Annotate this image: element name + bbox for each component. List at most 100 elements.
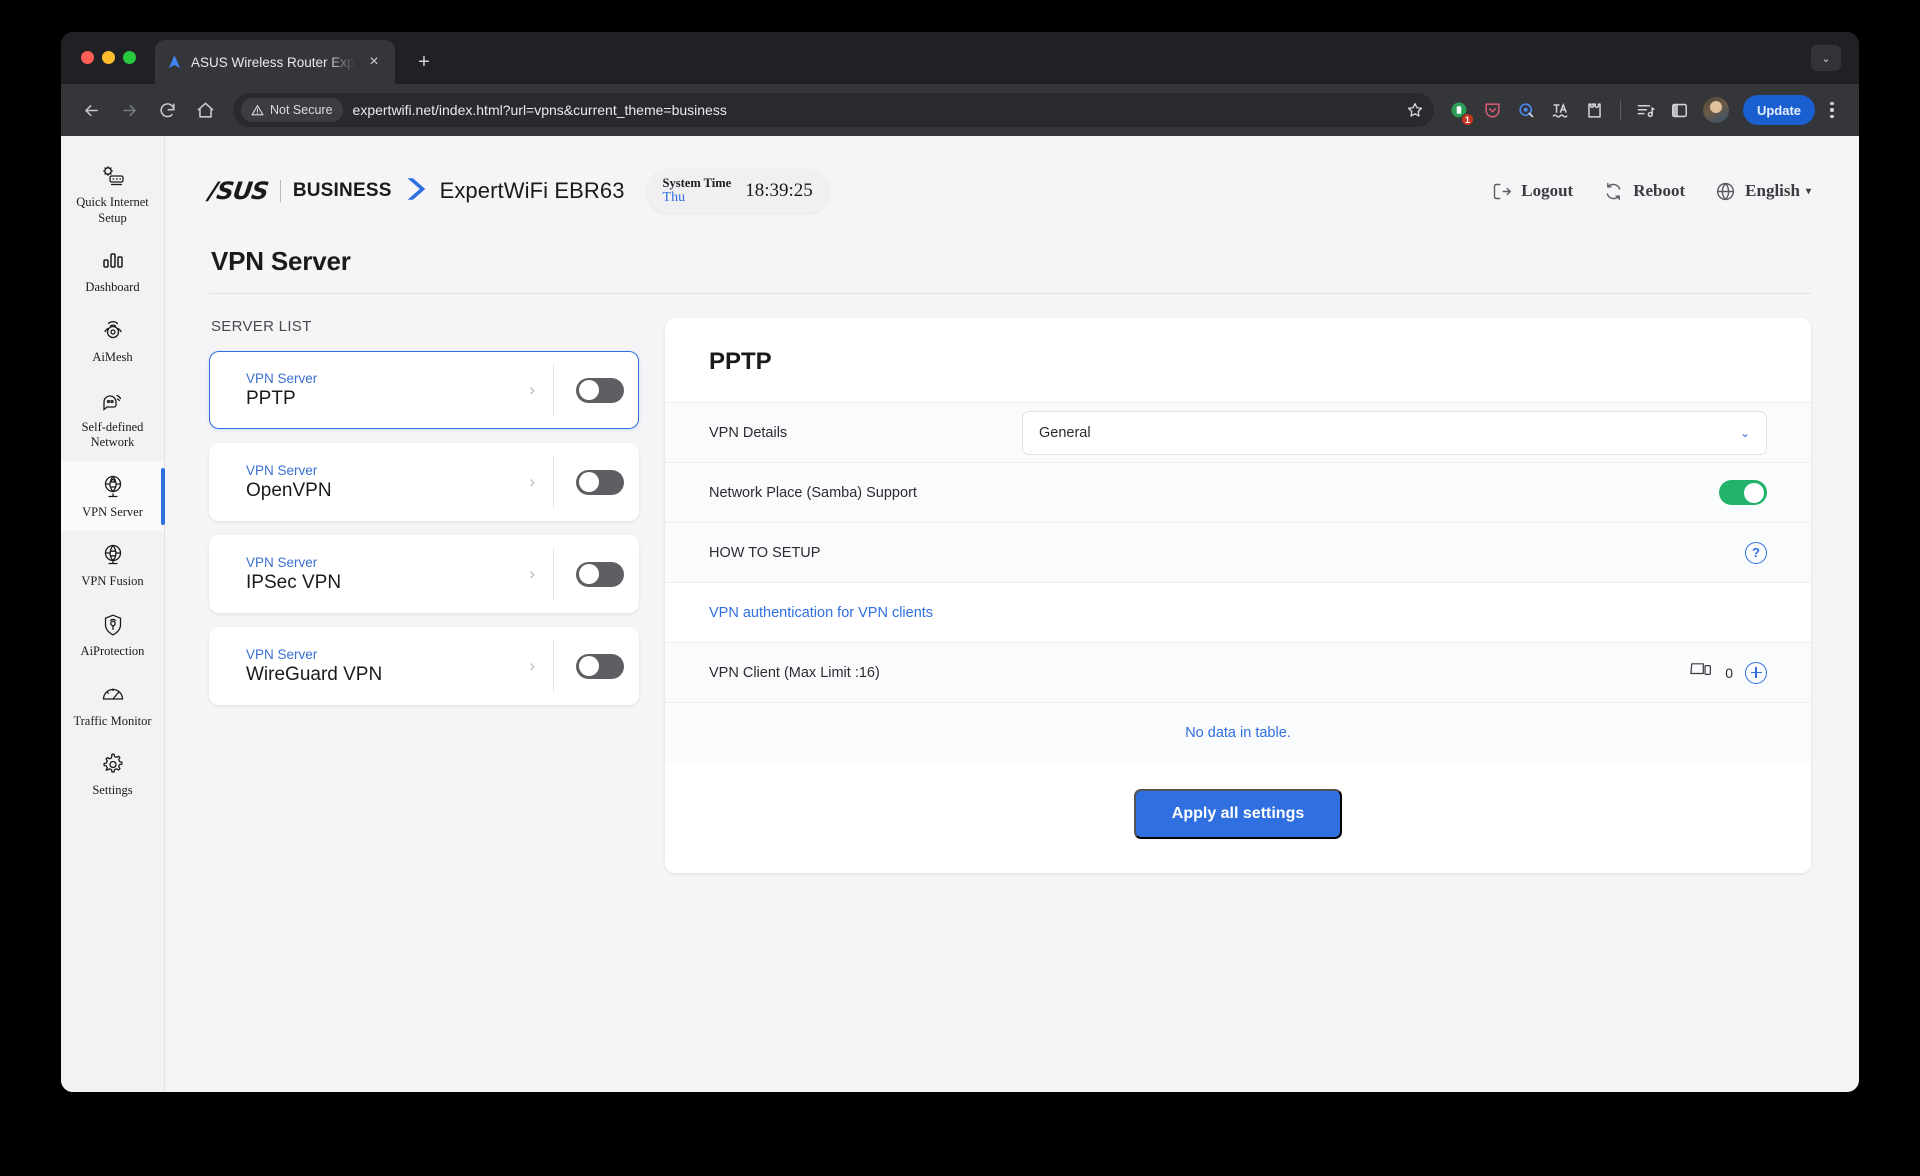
page-content: /SUS BUSINESS ExpertWiFi EBR63 System Ti…: [165, 136, 1859, 1092]
window-traffic-lights: [81, 51, 136, 64]
sidebar-item-self-defined-network[interactable]: Self-defined Network: [61, 377, 164, 462]
address-bar[interactable]: Not Secure expertwifi.net/index.html?url…: [233, 93, 1434, 127]
help-question-icon[interactable]: ?: [1745, 541, 1767, 564]
maximize-window-button[interactable]: [123, 51, 136, 64]
vpn-details-select[interactable]: General ⌄: [1022, 410, 1767, 455]
bookmark-star-icon[interactable]: [1402, 97, 1428, 123]
close-tab-icon[interactable]: ×: [363, 51, 385, 73]
row-vpn-details: VPN Details General ⌄: [665, 402, 1811, 462]
server-card-pptp[interactable]: VPN Server PPTP ›: [209, 351, 639, 429]
vpn-fusion-icon: [100, 542, 126, 568]
server-toggle-openvpn[interactable]: [576, 469, 624, 495]
samba-support-toggle[interactable]: [1719, 480, 1767, 505]
server-card-wireguard-vpn[interactable]: VPN Server WireGuard VPN ›: [209, 627, 639, 705]
languagetool-icon[interactable]: [1546, 95, 1576, 125]
apply-section: Apply all settings: [665, 763, 1811, 873]
server-card-openvpn[interactable]: VPN Server OpenVPN ›: [209, 443, 639, 521]
detail-title: PPTP: [709, 348, 772, 375]
tab-search-chevron-down-icon[interactable]: ⌄: [1811, 45, 1841, 71]
profile-avatar[interactable]: [1702, 97, 1729, 123]
vpn-details-label: VPN Details: [709, 424, 788, 441]
language-selector[interactable]: English ▾: [1715, 181, 1811, 202]
pptp-detail-panel: PPTP VPN Details General ⌄ Network Place…: [665, 318, 1811, 873]
sidebar-item-label: Dashboard: [85, 280, 140, 295]
sidebar-item-aimesh[interactable]: AiMesh: [61, 307, 164, 377]
update-button[interactable]: Update: [1742, 95, 1815, 125]
extension-icons: 1 Update: [1444, 95, 1845, 126]
sidebar-item-quick-internet-setup[interactable]: Quick Internet Setup: [61, 152, 164, 237]
extensions-puzzle-icon[interactable]: [1580, 95, 1610, 125]
server-toggle-ipsec-vpn[interactable]: [576, 561, 624, 587]
server-toggle-pptp[interactable]: [576, 377, 624, 403]
sidebar-item-label: Settings: [92, 783, 133, 798]
sidebar-item-label: VPN Server: [82, 504, 143, 519]
browser-toolbar: Not Secure expertwifi.net/index.html?url…: [61, 84, 1859, 136]
server-card-ipsec-vpn[interactable]: VPN Server IPSec VPN ›: [209, 535, 639, 613]
language-label: English: [1745, 181, 1800, 200]
add-vpn-client-icon[interactable]: [1745, 661, 1767, 684]
vpn-details-value: General: [1039, 424, 1091, 441]
extension-badge-count: 1: [1460, 113, 1474, 126]
vpn-authentication-link[interactable]: VPN authentication for VPN clients: [709, 605, 933, 621]
privacy-circle-icon[interactable]: [1512, 95, 1542, 125]
reboot-button[interactable]: Reboot: [1603, 181, 1685, 202]
no-data-message: No data in table.: [665, 702, 1811, 763]
asus-router-favicon: [165, 53, 183, 71]
system-time-title: System Time: [662, 175, 732, 190]
apply-all-settings-button[interactable]: Apply all settings: [1133, 789, 1343, 839]
reboot-icon: [1606, 182, 1621, 200]
vpn-client-label: VPN Client (Max Limit :16): [709, 664, 880, 681]
aimesh-icon: [100, 318, 126, 344]
chevron-right-icon[interactable]: ›: [529, 380, 535, 400]
card-divider: [553, 640, 554, 692]
card-divider: [553, 548, 554, 600]
sidebar-item-traffic-monitor[interactable]: Traffic Monitor: [61, 671, 164, 741]
not-secure-badge[interactable]: Not Secure: [241, 98, 343, 122]
sidebar-item-settings[interactable]: Settings: [61, 740, 164, 810]
sidebar-item-vpn-fusion[interactable]: VPN Fusion: [61, 531, 164, 601]
browser-menu-icon[interactable]: [1819, 101, 1845, 119]
forward-icon[interactable]: [113, 94, 145, 126]
sidebar-item-label: Quick Internet Setup: [76, 195, 149, 225]
sidebar-nav: Quick Internet Setup Dashboard AiMesh Se…: [61, 136, 165, 1092]
system-time-badge: System Time Thu 18:39:25: [646, 168, 829, 214]
row-vpn-authentication: VPN authentication for VPN clients: [665, 582, 1811, 642]
dashboard-icon: [100, 248, 126, 274]
logout-button[interactable]: Logout: [1491, 181, 1573, 202]
browser-tab[interactable]: ASUS Wireless Router Exper ×: [155, 40, 395, 84]
new-tab-button[interactable]: +: [411, 49, 437, 75]
row-samba-support: Network Place (Samba) Support: [665, 462, 1811, 522]
sidebar-item-vpn-server[interactable]: VPN Server: [61, 461, 165, 532]
brand-chevron-icon: [406, 176, 426, 207]
sidebar-item-label: Self-defined Network: [81, 419, 144, 450]
page-viewport: Quick Internet Setup Dashboard AiMesh Se…: [61, 136, 1859, 1092]
green-extension-icon[interactable]: 1: [1444, 95, 1474, 126]
reading-list-icon[interactable]: [1631, 95, 1661, 125]
back-icon[interactable]: [75, 94, 107, 126]
chevron-right-icon[interactable]: ›: [529, 564, 535, 584]
home-icon[interactable]: [189, 94, 221, 126]
chevron-right-icon[interactable]: ›: [529, 472, 535, 492]
client-device-icon: [1690, 661, 1713, 684]
chevron-down-icon: ⌄: [1739, 425, 1750, 440]
not-secure-label: Not Secure: [270, 103, 333, 117]
minimize-window-button[interactable]: [102, 51, 115, 64]
close-window-button[interactable]: [81, 51, 94, 64]
sidebar-item-dashboard[interactable]: Dashboard: [61, 237, 164, 307]
sidebar-item-label: Traffic Monitor: [73, 713, 152, 728]
server-toggle-wireguard-vpn[interactable]: [576, 653, 624, 679]
server-card-kicker: VPN Server: [246, 646, 318, 662]
url-text: expertwifi.net/index.html?url=vpns&curre…: [352, 102, 727, 118]
chevron-right-icon[interactable]: ›: [529, 656, 535, 676]
side-panel-icon[interactable]: [1665, 95, 1695, 125]
page-title: VPN Server: [211, 246, 351, 276]
pocket-shield-icon[interactable]: [1478, 95, 1508, 125]
traffic-monitor-icon: [100, 682, 126, 708]
business-label: BUSINESS: [292, 180, 392, 201]
reload-icon[interactable]: [151, 94, 183, 126]
samba-support-label: Network Place (Samba) Support: [709, 484, 917, 501]
sidebar-item-aiprotection[interactable]: AiProtection: [61, 601, 164, 671]
chevron-down-icon: ▾: [1805, 185, 1811, 197]
server-card-kicker: VPN Server: [246, 462, 318, 478]
toolbar-divider: [1619, 100, 1621, 120]
